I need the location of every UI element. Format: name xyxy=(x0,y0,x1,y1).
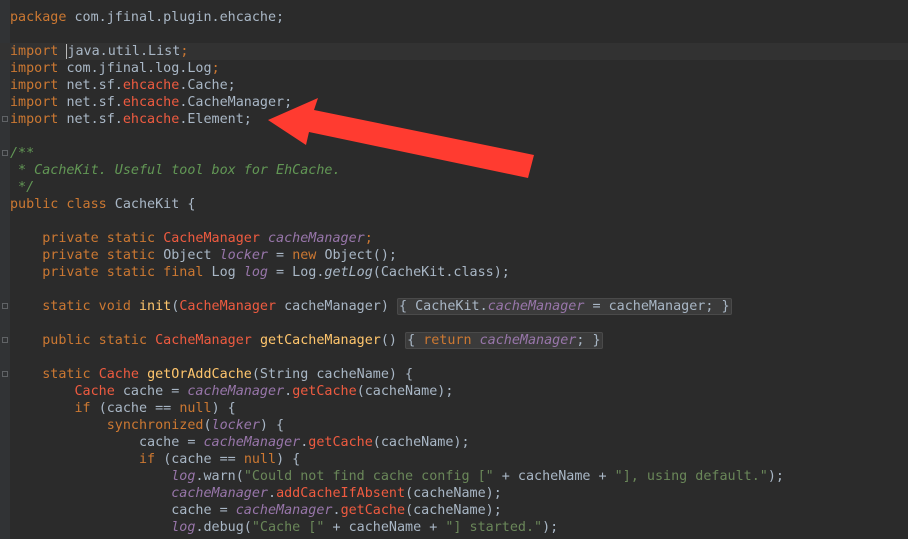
code-line-add-cache[interactable]: cacheManager.addCacheIfAbsent(cacheName)… xyxy=(10,485,908,502)
code-line-method-getcachemanager[interactable]: public static CacheManager getCacheManag… xyxy=(2,332,908,349)
code-line-import-5[interactable]: import net.sf.ehcache.Element; xyxy=(2,111,908,128)
code-line-synchronized[interactable]: synchronized(locker) { xyxy=(10,417,908,434)
code-line-recheck-cache[interactable]: cache = cacheManager.getCache(cacheName)… xyxy=(10,434,908,451)
code-line-field-cachemanager[interactable]: private static CacheManager cacheManager… xyxy=(10,230,908,247)
code-line-if-null-inner[interactable]: if (cache == null) { xyxy=(10,451,908,468)
code-line-get-cache-again[interactable]: cache = cacheManager.getCache(cacheName)… xyxy=(10,502,908,519)
code-line-blank[interactable] xyxy=(10,26,908,43)
fold-marker-icon[interactable] xyxy=(2,303,8,309)
code-line-blank[interactable] xyxy=(10,213,908,230)
code-line-log-debug[interactable]: log.debug("Cache [" + cacheName + "] sta… xyxy=(10,519,908,536)
code-line-method-getoraddcache[interactable]: static Cache getOrAddCache(String cacheN… xyxy=(2,366,908,383)
code-line-import-4[interactable]: import net.sf.ehcache.CacheManager; xyxy=(10,94,908,111)
code-line-field-log[interactable]: private static final Log log = Log.getLo… xyxy=(10,264,908,281)
code-line-class-decl[interactable]: public class CacheKit { xyxy=(10,196,908,213)
code-line-blank[interactable] xyxy=(10,315,908,332)
code-line-blank[interactable] xyxy=(10,349,908,366)
editor-gutter xyxy=(0,0,10,539)
code-line-log-warn[interactable]: log.warn("Could not find cache config ["… xyxy=(10,468,908,485)
code-line-doc-open[interactable]: /** xyxy=(2,145,908,162)
code-line-method-init[interactable]: static void init(CacheManager cacheManag… xyxy=(2,298,908,315)
fold-marker-icon[interactable] xyxy=(2,337,8,343)
fold-marker-icon[interactable] xyxy=(2,150,8,156)
code-line-doc-body[interactable]: * CacheKit. Useful tool box for EhCache. xyxy=(10,162,908,179)
code-line-field-locker[interactable]: private static Object locker = new Objec… xyxy=(10,247,908,264)
code-line-blank[interactable] xyxy=(10,281,908,298)
code-line-import-1[interactable]: import java.util.List; xyxy=(0,43,908,60)
code-line-doc-close[interactable]: */ xyxy=(10,179,908,196)
code-line-blank[interactable] xyxy=(10,128,908,145)
code-line-package[interactable]: package com.jfinal.plugin.ehcache; xyxy=(10,9,908,26)
code-line-if-null[interactable]: if (cache == null) { xyxy=(10,400,908,417)
folded-block[interactable]: { return cacheManager; } xyxy=(405,332,603,349)
code-editor[interactable]: package com.jfinal.plugin.ehcache; impor… xyxy=(0,0,908,539)
code-line-local-cache[interactable]: Cache cache = cacheManager.getCache(cach… xyxy=(10,383,908,400)
fold-marker-icon[interactable] xyxy=(2,371,8,377)
code-line-import-3[interactable]: import net.sf.ehcache.Cache; xyxy=(10,77,908,94)
code-line-import-2[interactable]: import com.jfinal.log.Log; xyxy=(10,60,908,77)
folded-block[interactable]: { CacheKit.cacheManager = cacheManager; … xyxy=(397,298,732,315)
code-lines: package com.jfinal.plugin.ehcache; impor… xyxy=(0,9,908,536)
fold-marker-icon[interactable] xyxy=(2,116,8,122)
